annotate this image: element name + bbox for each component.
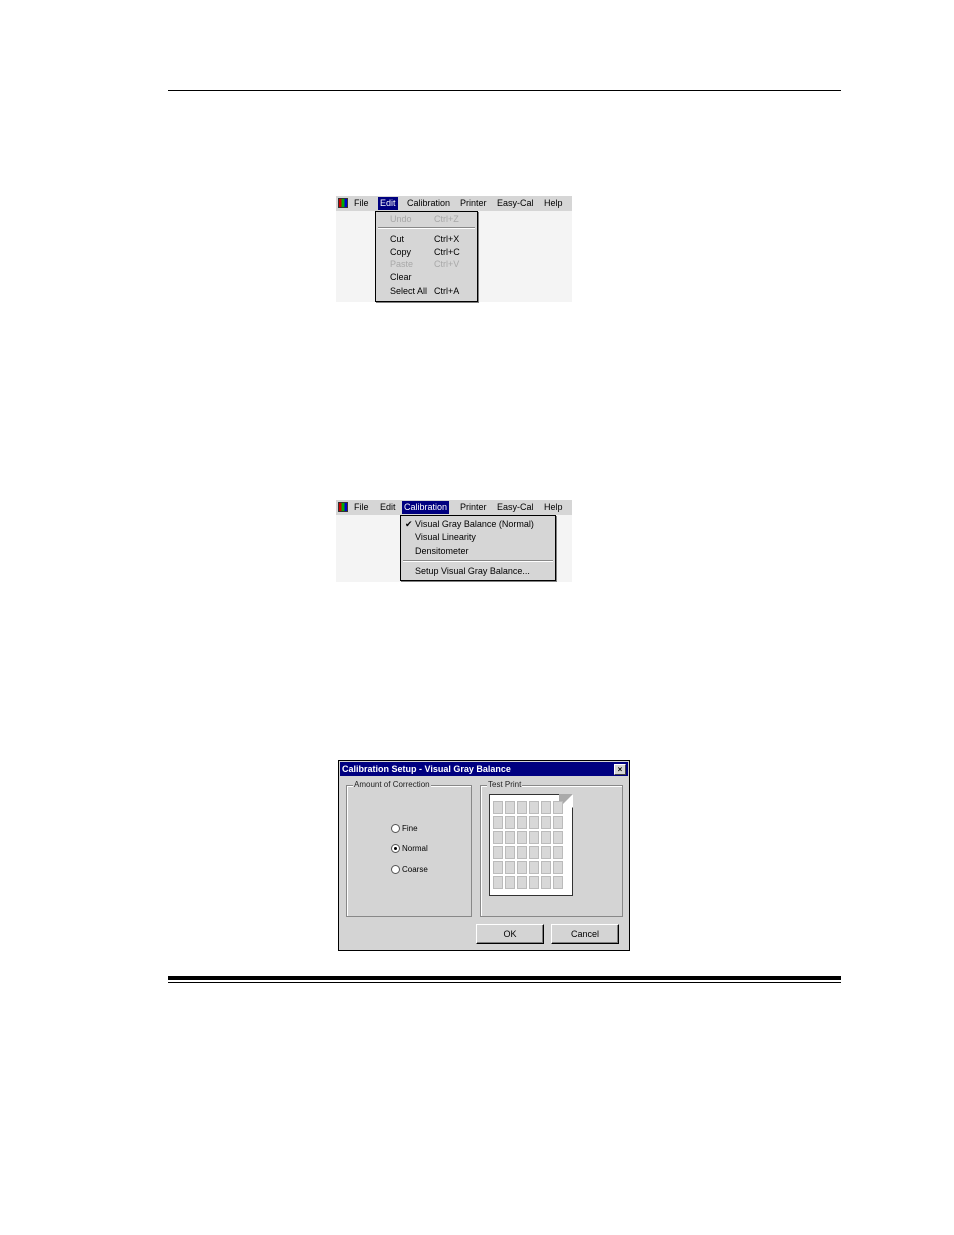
checkmark-icon: ✔: [405, 519, 413, 529]
menu-help[interactable]: Help: [542, 197, 565, 210]
menu-edit[interactable]: Edit: [378, 501, 398, 514]
menu-separator: [403, 560, 553, 562]
menu-printer[interactable]: Printer: [458, 197, 489, 210]
menu-item-visual-gray-balance[interactable]: ✔ Visual Gray Balance (Normal): [401, 518, 555, 530]
menu-edit[interactable]: Edit: [378, 197, 398, 210]
close-icon[interactable]: ×: [614, 764, 626, 775]
footer-rule-thick: [168, 976, 841, 980]
radio-button-icon: [391, 865, 400, 875]
amount-of-correction-group: Amount of Correction Fine Normal Coarse: [346, 780, 472, 917]
menu-item-undo[interactable]: Undo Ctrl+Z: [376, 213, 477, 225]
menu-item-paste[interactable]: Paste Ctrl+V: [376, 258, 477, 270]
edit-dropdown: Undo Ctrl+Z Cut Ctrl+X Copy Ctrl+C Paste Ctr…: [375, 211, 478, 302]
menu-item-visual-linearity[interactable]: Visual Linearity: [401, 531, 555, 543]
radio-fine[interactable]: Fine: [391, 824, 418, 834]
menu-help[interactable]: Help: [542, 501, 565, 514]
radio-button-icon: [391, 844, 400, 854]
menu-item-clear[interactable]: Clear: [376, 271, 477, 283]
test-print-group: Test Print: [480, 780, 623, 917]
group-label: Test Print: [487, 780, 523, 789]
calibration-setup-dialog: Calibration Setup - Visual Gray Balance …: [338, 760, 630, 951]
edit-menu-screenshot: File Edit Calibration Printer Easy-Cal H…: [336, 196, 572, 302]
ok-button[interactable]: OK: [476, 924, 544, 944]
menu-easy-cal[interactable]: Easy-Cal: [495, 501, 536, 514]
app-icon: [338, 198, 348, 208]
menu-bar: File Edit Calibration Printer Easy-Cal H…: [336, 196, 572, 211]
radio-coarse[interactable]: Coarse: [391, 865, 428, 875]
group-label: Amount of Correction: [353, 780, 431, 789]
menu-item-densitometer[interactable]: Densitometer: [401, 545, 555, 557]
menu-easy-cal[interactable]: Easy-Cal: [495, 197, 536, 210]
menu-item-copy[interactable]: Copy Ctrl+C: [376, 246, 477, 258]
menu-calibration[interactable]: Calibration: [405, 197, 452, 210]
menu-file[interactable]: File: [352, 501, 371, 514]
menu-item-cut[interactable]: Cut Ctrl+X: [376, 233, 477, 245]
app-icon: [338, 502, 348, 512]
menu-bar: File Edit Calibration Printer Easy-Cal H…: [336, 500, 572, 515]
calibration-menu-screenshot: File Edit Calibration Printer Easy-Cal H…: [336, 500, 572, 582]
header-rule: [168, 90, 841, 91]
menu-item-setup-visual-gray-balance[interactable]: Setup Visual Gray Balance...: [401, 565, 555, 577]
radio-button-icon: [391, 824, 400, 834]
dialog-title: Calibration Setup - Visual Gray Balance …: [340, 762, 628, 776]
radio-normal[interactable]: Normal: [391, 844, 428, 854]
menu-calibration[interactable]: Calibration: [402, 501, 450, 514]
menu-item-select-all[interactable]: Select All Ctrl+A: [376, 285, 477, 297]
color-patch-grid: [493, 801, 563, 889]
footer-rule-thin: [168, 982, 841, 983]
test-print-page-icon: [489, 794, 573, 896]
menu-printer[interactable]: Printer: [458, 501, 489, 514]
calibration-dropdown: ✔ Visual Gray Balance (Normal) Visual Li…: [400, 515, 556, 581]
menu-separator: [378, 227, 475, 229]
menu-file[interactable]: File: [352, 197, 371, 210]
cancel-button[interactable]: Cancel: [551, 924, 619, 944]
